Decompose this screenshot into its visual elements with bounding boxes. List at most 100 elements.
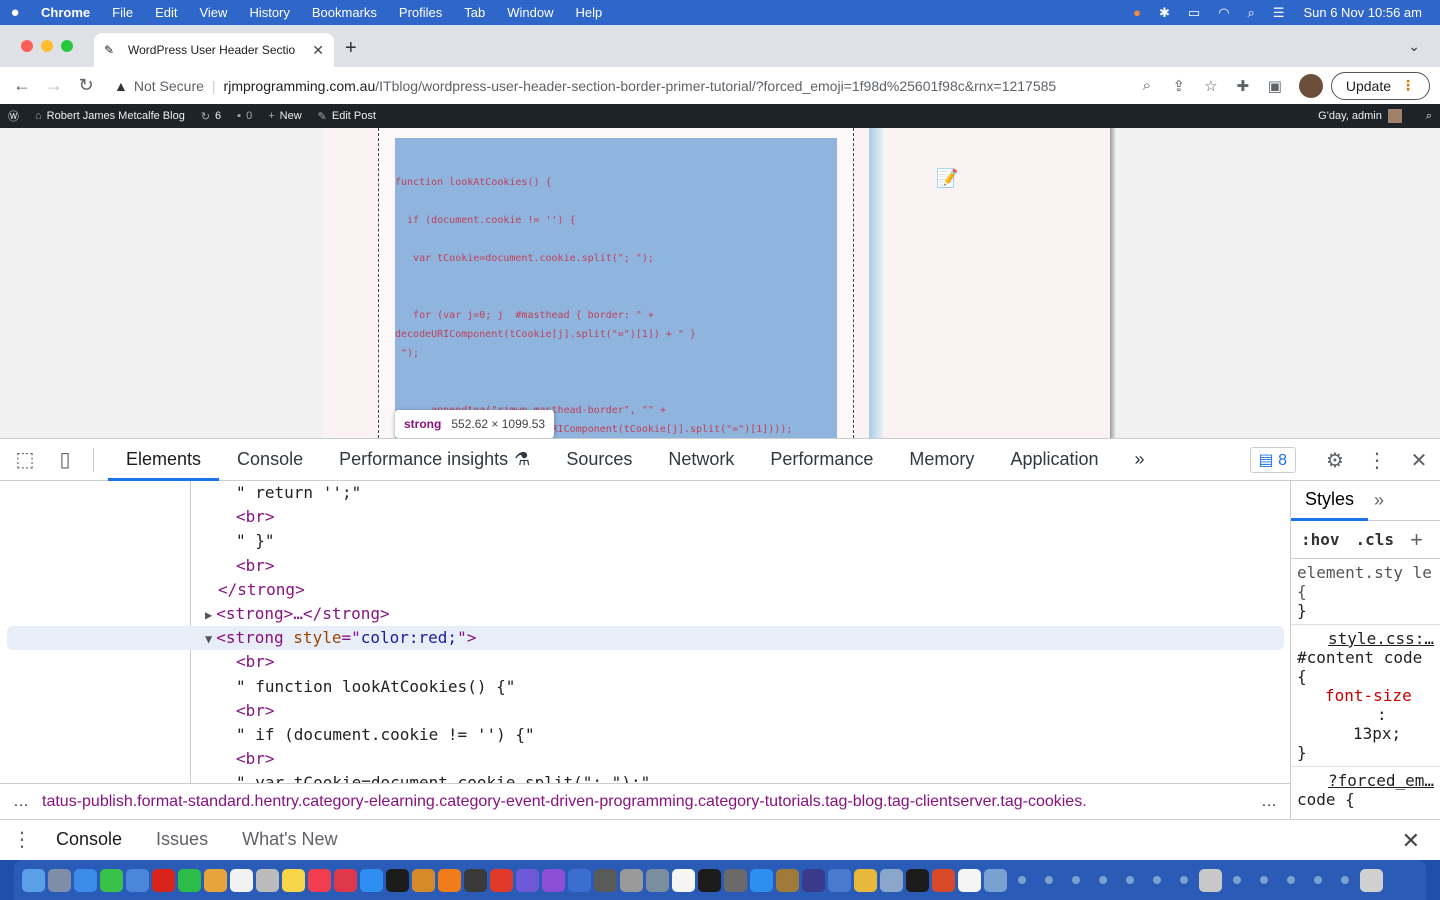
rule-selector[interactable]: code {: [1297, 790, 1434, 809]
tab-search-chevron-icon[interactable]: ⌄: [1408, 38, 1420, 55]
dock-app-icon[interactable]: [464, 868, 487, 892]
close-drawer-icon[interactable]: ✕: [1402, 828, 1420, 854]
menu-tab[interactable]: Tab: [453, 5, 496, 20]
dock-app-icon[interactable]: [724, 868, 747, 892]
dock-app-icon[interactable]: [594, 868, 617, 892]
drawer-tab-console[interactable]: Console: [44, 820, 144, 860]
dock-app-icon[interactable]: [282, 868, 305, 892]
tab-network[interactable]: Network: [650, 439, 752, 481]
dom-node[interactable]: " }": [0, 529, 1290, 553]
menu-help[interactable]: Help: [565, 5, 614, 20]
menubar-clock[interactable]: Sun 6 Nov 10:56 am: [1293, 5, 1440, 20]
dock-app-icon[interactable]: [360, 868, 383, 892]
wp-edit-post[interactable]: ✎ Edit Post: [310, 110, 384, 123]
dock-app-icon[interactable]: [750, 868, 773, 892]
dom-node[interactable]: ▶ <strong>…</strong>: [0, 602, 1290, 626]
dock-app-icon[interactable]: [334, 868, 357, 892]
tab-memory[interactable]: Memory: [891, 439, 992, 481]
more-tabs-chevron-icon[interactable]: »: [1117, 439, 1163, 481]
dock-app-icon[interactable]: [542, 868, 565, 892]
dom-node[interactable]: " function lookAtCookies() {": [0, 675, 1290, 699]
dock-app-icon[interactable]: [1260, 876, 1268, 884]
dom-node[interactable]: <br>: [0, 699, 1290, 723]
dom-node[interactable]: <br>: [0, 650, 1290, 674]
dock-app-icon[interactable]: [204, 868, 227, 892]
dock-app-icon[interactable]: [620, 868, 643, 892]
tab-performance-insights[interactable]: Performance insights ⚗: [321, 439, 548, 481]
device-toolbar-icon[interactable]: ▯: [45, 447, 85, 472]
minimize-window-button[interactable]: [41, 40, 53, 52]
inspect-element-icon[interactable]: ⬚: [5, 447, 45, 472]
dom-node-selected[interactable]: ▼ <strong style="color:red;">: [7, 626, 1284, 651]
update-button[interactable]: Update ⋮: [1330, 71, 1430, 100]
extensions-puzzle-icon[interactable]: ✚: [1227, 77, 1259, 95]
tab-styles[interactable]: Styles: [1291, 481, 1369, 521]
dock-app-icon[interactable]: [308, 868, 331, 892]
menu-window[interactable]: Window: [496, 5, 564, 20]
spotlight-search-icon[interactable]: ⌕: [1239, 5, 1264, 21]
breadcrumb-left-ellipsis-icon[interactable]: …: [0, 793, 42, 811]
battery-icon[interactable]: ▭: [1179, 5, 1209, 21]
dom-node[interactable]: " if (document.cookie != '') {": [0, 723, 1290, 747]
dock-app-icon[interactable]: [256, 868, 279, 892]
dock-app-icon[interactable]: [1018, 876, 1026, 884]
new-rule-plus-icon[interactable]: +: [1410, 527, 1423, 553]
issues-badge[interactable]: ▤ 8: [1249, 447, 1296, 473]
dock-app-icon[interactable]: [802, 868, 825, 892]
drawer-tab-whats-new[interactable]: What's New: [230, 820, 359, 860]
menu-profiles[interactable]: Profiles: [388, 5, 453, 20]
rule-selector[interactable]: #content code {: [1297, 648, 1434, 686]
bluetooth-icon[interactable]: ✱: [1150, 5, 1179, 21]
menu-edit[interactable]: Edit: [144, 5, 188, 20]
address-bar[interactable]: ▲ Not Secure | rjmprogramming.com.au /IT…: [110, 71, 1205, 101]
dock-app-icon[interactable]: [672, 868, 695, 892]
close-tab-icon[interactable]: ✕: [312, 42, 324, 59]
rule-source-link[interactable]: style.css:…: [1297, 629, 1434, 648]
tab-sources[interactable]: Sources: [548, 439, 650, 481]
dom-node[interactable]: " return '';": [0, 481, 1290, 505]
dock-app-icon[interactable]: [1287, 876, 1295, 884]
dock-app-icon[interactable]: [100, 868, 123, 892]
tab-console[interactable]: Console: [219, 439, 321, 481]
browser-tab-active[interactable]: ✎ WordPress User Header Sectio ✕: [94, 33, 334, 67]
menu-view[interactable]: View: [188, 5, 238, 20]
dock-app-icon[interactable]: [516, 868, 539, 892]
dock-app-icon[interactable]: [1199, 868, 1222, 892]
dock-app-icon[interactable]: [1314, 876, 1322, 884]
menu-file[interactable]: File: [101, 5, 144, 20]
share-icon[interactable]: ⇪: [1163, 77, 1195, 95]
wifi-icon[interactable]: ◠: [1209, 5, 1238, 21]
zoom-window-button[interactable]: [61, 40, 73, 52]
wordpress-logo-icon[interactable]: Ⓦ: [0, 108, 27, 124]
close-window-button[interactable]: [21, 40, 33, 52]
dom-node[interactable]: " var tCookie=document.cookie.split("; "…: [0, 771, 1290, 783]
dock-app-icon[interactable]: [1233, 876, 1241, 884]
dom-node[interactable]: <br>: [0, 554, 1290, 578]
dock-app-icon[interactable]: [438, 868, 461, 892]
dock-app-icon[interactable]: [1099, 876, 1107, 884]
side-panel-icon[interactable]: ▣: [1259, 77, 1291, 95]
dock-app-icon[interactable]: [1126, 876, 1134, 884]
rule-source-link[interactable]: ?forced_em…: [1297, 771, 1434, 790]
control-center-icon[interactable]: ☰: [1264, 5, 1294, 21]
wp-search-icon[interactable]: ⌕: [1418, 110, 1440, 123]
tab-application[interactable]: Application: [992, 439, 1116, 481]
wp-updates[interactable]: ↻ 6: [193, 110, 229, 123]
apple-menu-icon[interactable]: ●: [0, 4, 30, 21]
devtools-kebab-icon[interactable]: ⋮: [1356, 448, 1398, 473]
chrome-menu-kebab-icon[interactable]: ⋮: [1401, 77, 1415, 94]
tab-performance[interactable]: Performance: [752, 439, 891, 481]
collapse-triangle-icon[interactable]: ▼: [205, 632, 212, 646]
dock-app-icon[interactable]: [48, 868, 71, 892]
dock-app-icon[interactable]: [126, 868, 149, 892]
cls-toggle[interactable]: .cls: [1356, 530, 1395, 549]
css-property-name[interactable]: font-size: [1297, 686, 1434, 705]
dock-app-icon[interactable]: [152, 868, 175, 892]
breadcrumb-text[interactable]: tatus-publish.format-standard.hentry.cat…: [42, 793, 1248, 811]
hov-toggle[interactable]: :hov: [1301, 530, 1340, 549]
dock-app-icon[interactable]: [698, 868, 721, 892]
dock-app-icon[interactable]: [646, 868, 669, 892]
drawer-tab-issues[interactable]: Issues: [144, 820, 230, 860]
dock-app-icon[interactable]: [828, 868, 851, 892]
notepad-emoji-icon[interactable]: 📝: [936, 168, 958, 189]
